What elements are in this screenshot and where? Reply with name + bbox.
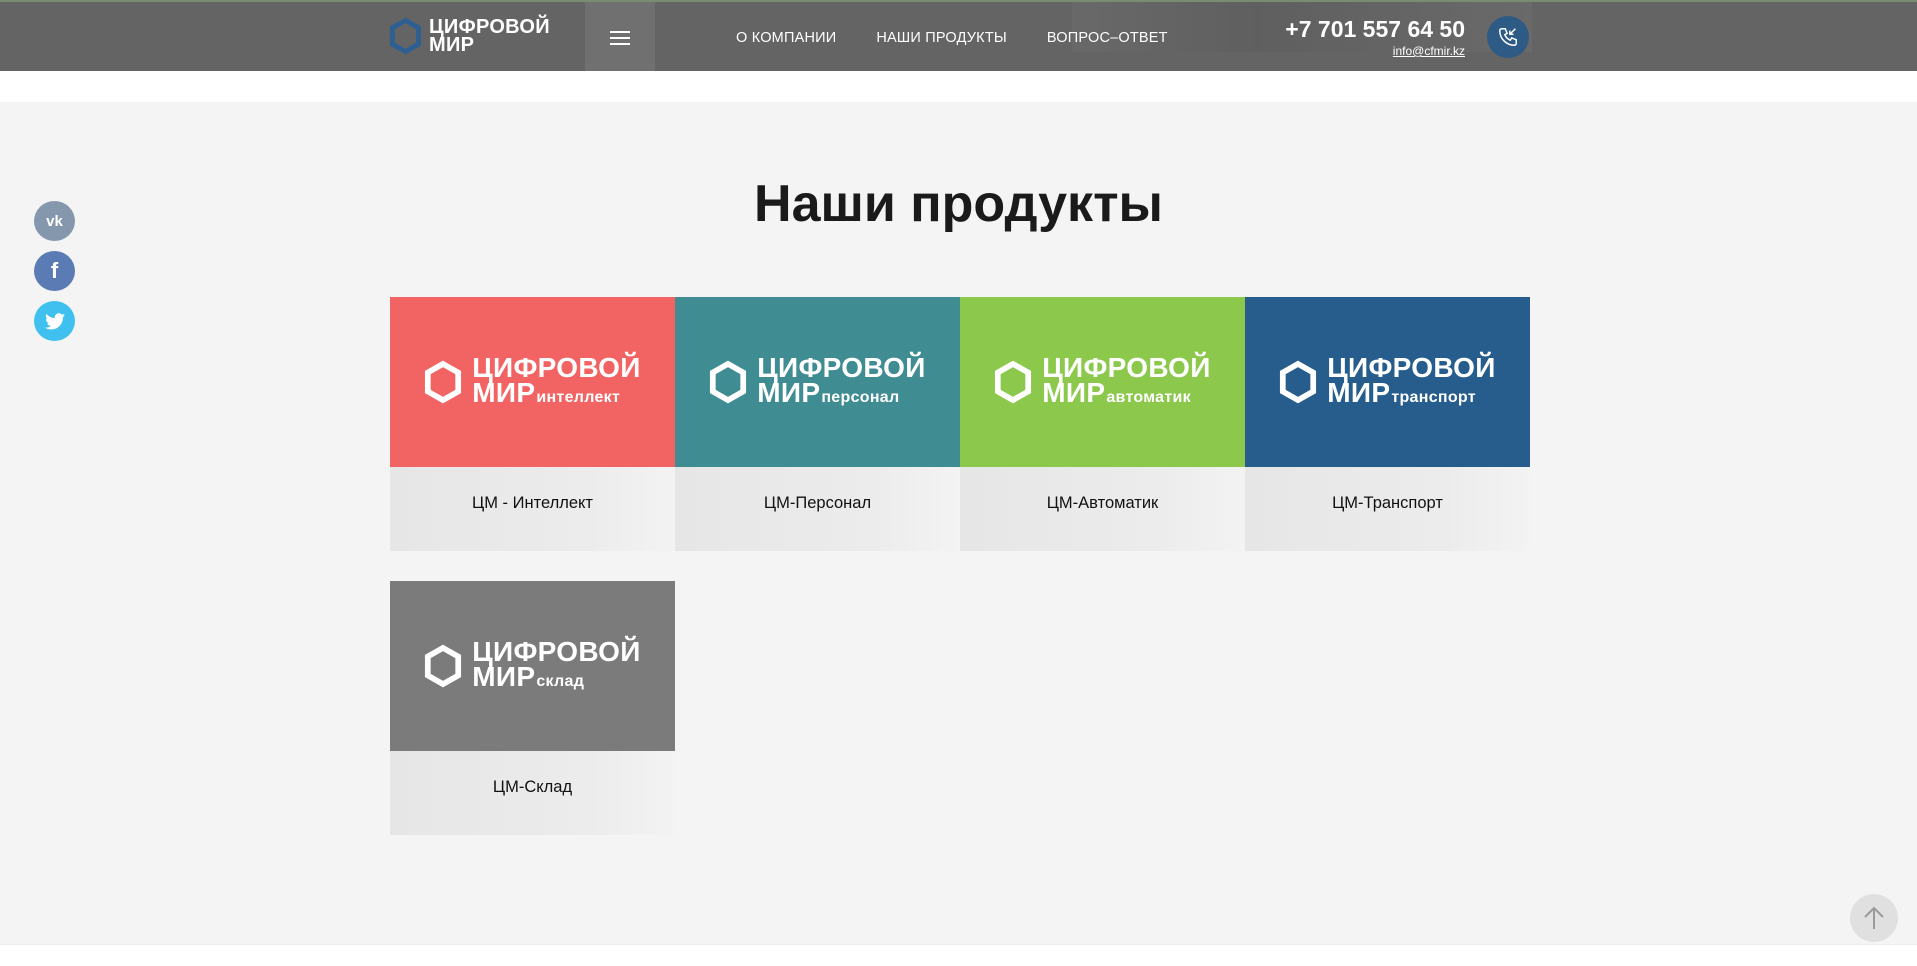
product-brand: ЦИФРОВОЙ МИРперсонал xyxy=(709,353,925,410)
hamburger-icon xyxy=(610,30,630,45)
brand-line-2: МИР xyxy=(757,376,821,408)
brand-line-2: МИР xyxy=(472,660,536,692)
brand-subtitle: транспорт xyxy=(1391,388,1476,406)
product-banner: ЦИФРОВОЙ МИРтранспорт xyxy=(1245,297,1530,467)
vk-icon: vk xyxy=(46,212,63,230)
phone-call-icon xyxy=(1499,28,1517,46)
scroll-to-top-button[interactable] xyxy=(1850,894,1898,942)
hexagon-logo-icon xyxy=(995,360,1032,404)
brand-subtitle: персонал xyxy=(821,388,900,406)
product-card-automatic[interactable]: ЦИФРОВОЙ МИРавтоматик ЦМ-Автоматик xyxy=(960,297,1245,551)
product-name[interactable]: ЦМ-Транспорт xyxy=(1245,467,1530,551)
product-name[interactable]: ЦМ - Интеллект xyxy=(390,467,675,551)
product-name[interactable]: ЦМ-Склад xyxy=(390,751,675,835)
product-card-personal[interactable]: ЦИФРОВОЙ МИРперсонал ЦМ-Персонал xyxy=(675,297,960,551)
product-brand: ЦИФРОВОЙ МИРтранспорт xyxy=(1279,353,1495,410)
product-brand: ЦИФРОВОЙ МИРсклад xyxy=(424,637,640,694)
product-banner: ЦИФРОВОЙ МИРсклад xyxy=(390,581,675,751)
menu-toggle-button[interactable] xyxy=(585,2,655,71)
brand-line-2: МИР xyxy=(1042,376,1106,408)
site-logo[interactable]: ЦИФРОВОЙ МИР xyxy=(389,17,550,56)
arrow-up-icon xyxy=(1864,906,1884,929)
product-brand: ЦИФРОВОЙ МИРинтеллект xyxy=(424,353,640,410)
product-banner: ЦИФРОВОЙ МИРинтеллект xyxy=(390,297,675,467)
product-card-warehouse[interactable]: ЦИФРОВОЙ МИРсклад ЦМ-Склад xyxy=(390,581,675,835)
brand-line-2: МИР xyxy=(472,376,536,408)
vk-link[interactable]: vk xyxy=(34,201,75,241)
hexagon-logo-icon xyxy=(1280,360,1317,404)
hexagon-logo-icon xyxy=(425,644,462,688)
brand-subtitle: автоматик xyxy=(1106,388,1191,406)
product-card-intellect[interactable]: ЦИФРОВОЙ МИРинтеллект ЦМ - Интеллект xyxy=(390,297,675,551)
nav-products[interactable]: НАШИ ПРОДУКТЫ xyxy=(876,30,1007,46)
main-nav: О КОМПАНИИ НАШИ ПРОДУКТЫ ВОПРОС–ОТВЕТ xyxy=(736,30,1208,46)
brand-subtitle: склад xyxy=(536,672,585,690)
social-links: vk f xyxy=(34,201,75,341)
facebook-icon: f xyxy=(50,258,59,283)
brand-subtitle: интеллект xyxy=(536,388,621,406)
twitter-link[interactable] xyxy=(34,301,75,341)
email-link[interactable]: info@cfmir.kz xyxy=(1393,44,1465,58)
facebook-link[interactable]: f xyxy=(34,251,75,291)
footer-strip xyxy=(0,944,1917,966)
hexagon-logo-icon xyxy=(389,18,422,54)
product-name[interactable]: ЦМ-Автоматик xyxy=(960,467,1245,551)
product-brand: ЦИФРОВОЙ МИРавтоматик xyxy=(994,353,1210,410)
hexagon-logo-icon xyxy=(425,360,462,404)
logo-line-2: МИР xyxy=(429,34,475,56)
product-name[interactable]: ЦМ-Персонал xyxy=(675,467,960,551)
product-banner: ЦИФРОВОЙ МИРперсонал xyxy=(675,297,960,467)
product-card-transport[interactable]: ЦИФРОВОЙ МИРтранспорт ЦМ-Транспорт xyxy=(1245,297,1530,551)
nav-faq[interactable]: ВОПРОС–ОТВЕТ xyxy=(1047,30,1168,46)
section-title: Наши продукты xyxy=(754,175,1163,233)
phone-number[interactable]: +7 701 557 64 50 xyxy=(1285,16,1465,43)
product-banner: ЦИФРОВОЙ МИРавтоматик xyxy=(960,297,1245,467)
site-header: ЦИФРОВОЙ МИР О КОМПАНИИ НАШИ ПРОДУКТЫ ВО… xyxy=(0,0,1917,71)
callback-button[interactable] xyxy=(1487,16,1529,58)
hexagon-logo-icon xyxy=(710,360,747,404)
nav-about[interactable]: О КОМПАНИИ xyxy=(736,30,836,46)
brand-line-2: МИР xyxy=(1327,376,1391,408)
twitter-icon xyxy=(44,312,65,329)
logo-text: ЦИФРОВОЙ МИР xyxy=(429,17,550,56)
